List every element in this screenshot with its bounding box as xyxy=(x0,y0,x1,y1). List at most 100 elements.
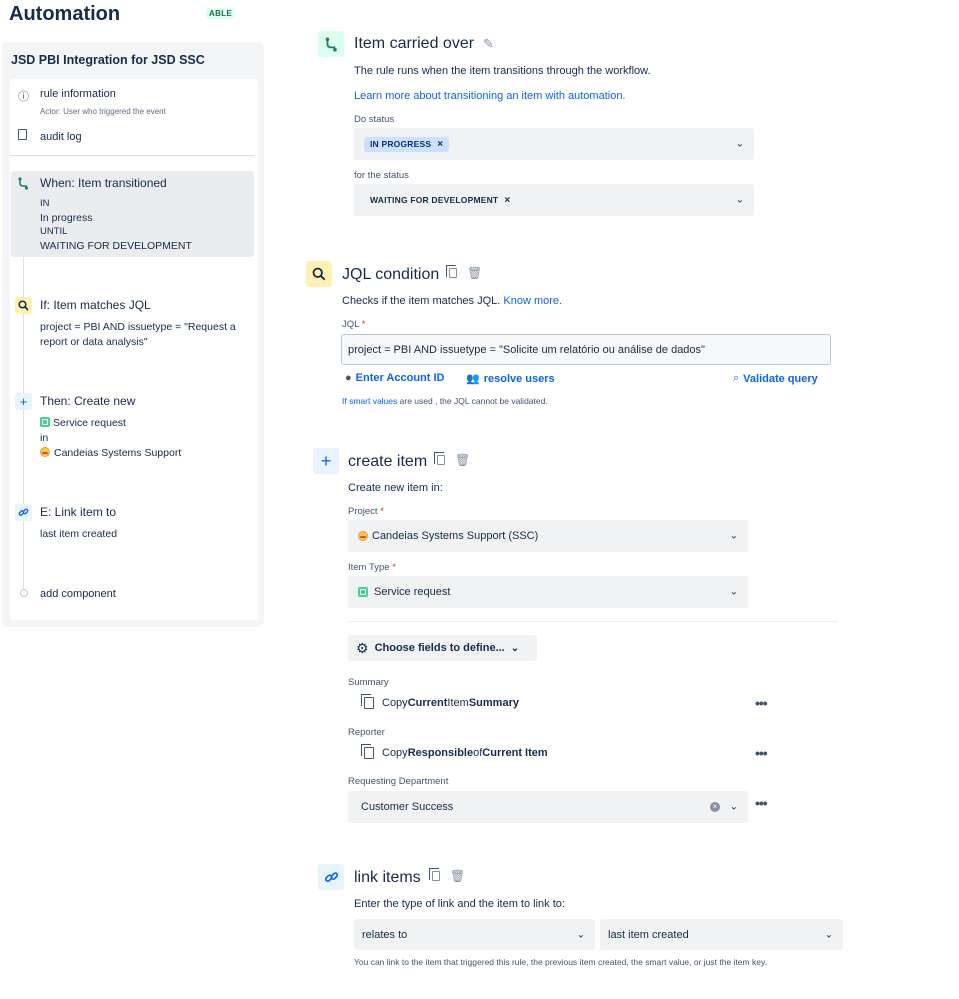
link-description: Enter the type of link and the item to l… xyxy=(354,898,565,910)
copy-icon xyxy=(361,694,374,709)
users-icon: 👥 xyxy=(466,373,480,385)
validate-query-button[interactable]: ⌕ Validate query xyxy=(733,372,818,385)
link-icon xyxy=(318,864,344,890)
more-options-icon[interactable]: ••• xyxy=(755,745,768,761)
rule-name: JSD PBI Integration for JSD SSC xyxy=(11,53,205,67)
know-more-link[interactable]: Know more. xyxy=(503,295,562,307)
trigger-description: The rule runs when the item transitions … xyxy=(354,65,651,77)
plus-icon: + xyxy=(15,393,32,410)
status-lozenge: WAITING FOR DEVELOPMENT × xyxy=(364,192,517,208)
service-request-icon xyxy=(358,587,368,597)
add-component-link[interactable]: add component xyxy=(40,588,116,600)
step-when-line: UNTIL xyxy=(40,226,68,237)
chevron-down-icon: ⌄ xyxy=(729,530,738,542)
step-link-title[interactable]: E: Link item to xyxy=(40,505,116,519)
step-then-title[interactable]: Then: Create new xyxy=(40,394,135,408)
link-type-select[interactable]: relates to ⌄ xyxy=(354,919,595,950)
more-options-icon[interactable]: ••• xyxy=(755,795,768,811)
chevron-down-icon: ⌄ xyxy=(735,194,744,206)
department-label: Requesting Department xyxy=(348,776,449,787)
create-subtitle: Create new item in: xyxy=(348,482,443,494)
link-help-text: You can link to the item that triggered … xyxy=(354,957,767,967)
condition-description: Checks if the item matches JQL. Know mor… xyxy=(342,295,563,307)
step-then-line: Candeias Systems Support xyxy=(40,446,181,460)
step-when-line: In progress xyxy=(40,212,93,224)
divider xyxy=(348,621,838,622)
jql-label: JQL * xyxy=(342,319,366,330)
audit-log-link[interactable]: audit log xyxy=(40,131,82,143)
divider xyxy=(10,155,254,156)
gear-icon: ⚙ xyxy=(356,639,369,656)
reporter-label: Reporter xyxy=(348,727,385,738)
plus-icon: + xyxy=(313,448,339,474)
trash-icon[interactable]: 🗑 xyxy=(455,453,470,467)
step-if-line: report or data analysis" xyxy=(40,336,148,348)
status-lozenge: IN PROGRESS × xyxy=(364,136,450,152)
reporter-value[interactable]: Copy Responsible of Current Item xyxy=(361,744,548,759)
enter-account-id-button[interactable]: ● Enter Account ID xyxy=(345,372,444,384)
info-icon: ⓘ xyxy=(18,91,29,103)
summary-value[interactable]: Copy Current Item Summary xyxy=(361,694,519,709)
to-status-label: for the status xyxy=(354,170,409,181)
link-target-select[interactable]: last item created ⌄ xyxy=(600,919,843,950)
link-title: link items xyxy=(354,869,421,886)
step-then-line: Service request xyxy=(40,416,126,430)
step-link-line: last item created xyxy=(40,528,118,540)
choose-fields-button[interactable]: ⚙ Choose fields to define... ⌄ xyxy=(348,635,537,661)
link-icon xyxy=(15,504,32,521)
remove-icon[interactable]: × xyxy=(437,139,443,150)
copy-icon[interactable] xyxy=(446,265,465,281)
jql-input[interactable]: project = PBI AND issuetype = "Solicite … xyxy=(341,334,831,365)
department-select[interactable]: Customer Success × ⌄ xyxy=(348,791,748,823)
page-title: Automation xyxy=(9,3,121,25)
project-avatar-icon xyxy=(358,531,368,541)
from-status-label: Do status xyxy=(354,114,395,125)
trigger-title: Item carried over xyxy=(354,35,475,52)
step-when-line: IN xyxy=(40,198,50,209)
transition-icon xyxy=(15,175,32,192)
user-icon: ● xyxy=(345,372,352,384)
step-when-line: WAITING FOR DEVELOPMENT xyxy=(40,240,192,252)
chevron-down-icon: ⌄ xyxy=(576,929,585,940)
edit-icon[interactable]: ✎ xyxy=(483,36,494,52)
transition-icon xyxy=(318,31,344,57)
project-select[interactable]: Candeias Systems Support (SSC) ⌄ xyxy=(348,520,748,552)
step-when-title: When: Item transitioned xyxy=(40,176,167,190)
project-label: Project * xyxy=(348,506,384,517)
chevron-down-icon: ⌄ xyxy=(735,138,744,150)
resolve-users-button[interactable]: 👥 resolve users xyxy=(466,372,555,386)
item-type-select[interactable]: Service request ⌄ xyxy=(348,576,748,608)
add-dot-icon xyxy=(20,589,28,597)
chevron-down-icon: ⌄ xyxy=(510,642,520,654)
smart-values-link[interactable]: If smart values xyxy=(342,396,397,406)
remove-icon[interactable]: × xyxy=(504,195,510,206)
condition-title: JQL condition xyxy=(342,266,440,283)
from-status-select[interactable]: IN PROGRESS × ⌄ xyxy=(354,128,754,160)
search-icon xyxy=(15,297,32,314)
copy-icon[interactable] xyxy=(434,452,453,468)
chevron-down-icon: ⌄ xyxy=(729,586,738,598)
step-if-title[interactable]: If: Item matches JQL xyxy=(40,298,151,312)
status-badge: ABLE xyxy=(206,8,235,19)
step-then-line: in xyxy=(40,432,49,444)
smart-values-note: If smart values are used , the JQL canno… xyxy=(342,396,548,406)
copy-icon xyxy=(361,744,374,759)
item-type-label: Item Type * xyxy=(348,562,396,573)
summary-label: Summary xyxy=(348,677,389,688)
to-status-select[interactable]: WAITING FOR DEVELOPMENT × ⌄ xyxy=(354,184,754,216)
clear-icon[interactable]: × xyxy=(710,802,720,812)
chevron-down-icon: ⌄ xyxy=(824,929,833,940)
search-icon xyxy=(306,261,332,287)
trash-icon[interactable]: 🗑 xyxy=(450,869,465,883)
document-icon xyxy=(18,129,27,140)
project-avatar-icon xyxy=(40,447,50,457)
learn-more-link[interactable]: Learn more about transitioning an item w… xyxy=(354,90,626,102)
step-if-line: project = PBI AND issuetype = "Request a xyxy=(40,321,236,333)
create-title: create item xyxy=(348,453,428,470)
actor-text: Actor: User who triggered the event xyxy=(40,107,166,116)
more-options-icon[interactable]: ••• xyxy=(755,695,768,711)
search-icon: ⌕ xyxy=(733,372,740,384)
rule-information-link[interactable]: rule information xyxy=(40,88,116,100)
trash-icon[interactable]: 🗑 xyxy=(467,266,482,280)
copy-icon[interactable] xyxy=(429,868,448,884)
